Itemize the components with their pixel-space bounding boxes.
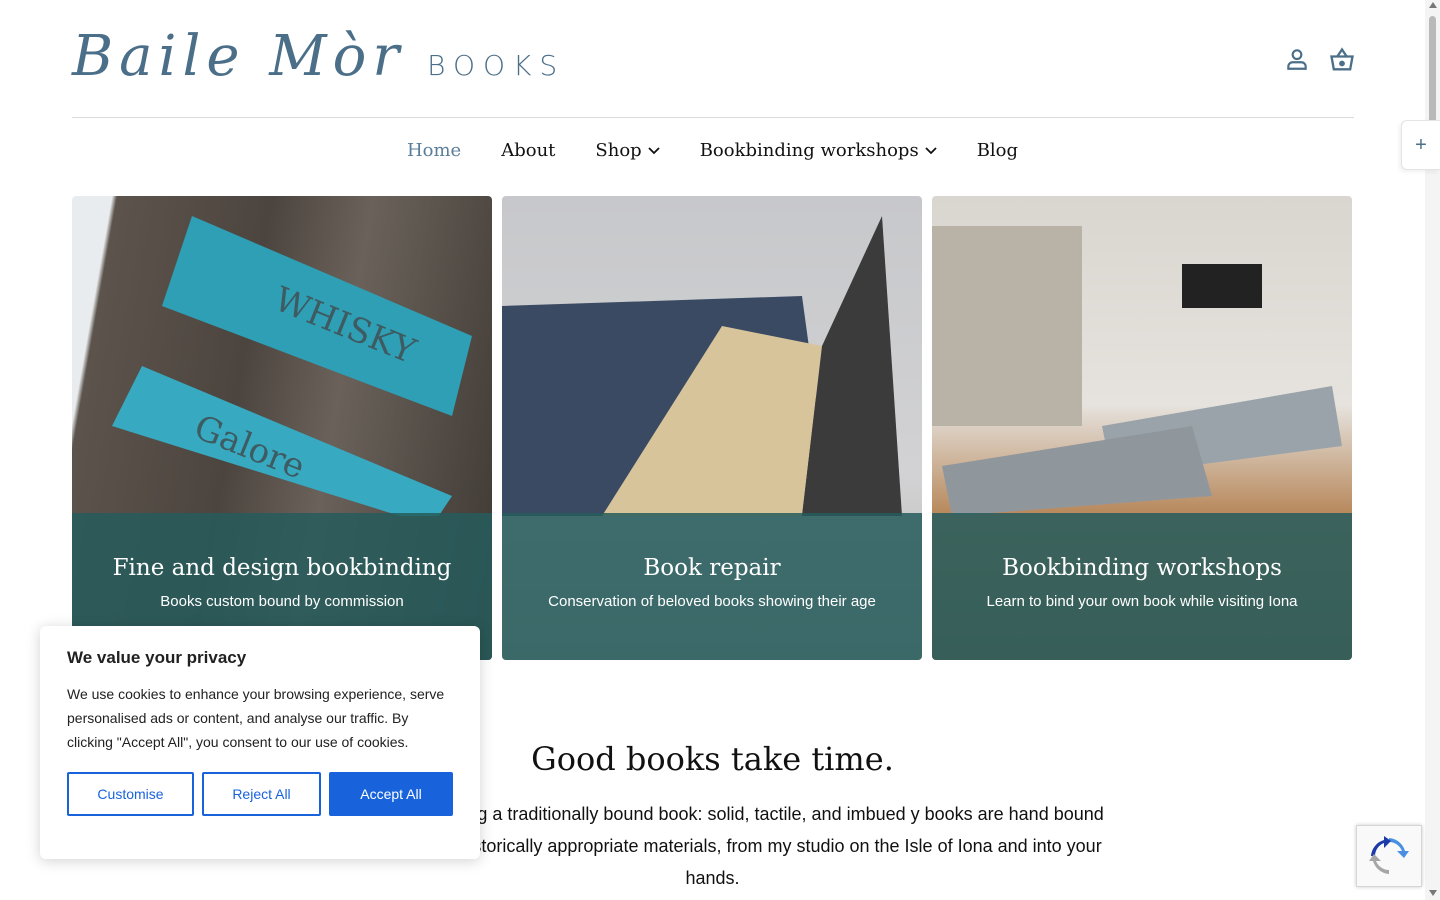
card-workshops[interactable]: Bookbinding workshops Learn to bind your…: [932, 196, 1352, 660]
plus-icon: +: [1415, 133, 1427, 156]
nav-home[interactable]: Home: [407, 140, 461, 161]
logo-script: Baile Mòr: [72, 24, 406, 89]
header-icons: [1284, 46, 1354, 72]
side-expand-tab[interactable]: +: [1401, 120, 1440, 170]
scroll-up-arrow-icon[interactable]: [1429, 2, 1437, 8]
nav-workshops-label: Bookbinding workshops: [699, 140, 919, 161]
card-book-repair[interactable]: Book repair Conservation of beloved book…: [502, 196, 922, 660]
card-subtitle: Books custom bound by commission: [160, 593, 404, 610]
card-overlay: Bookbinding workshops Learn to bind your…: [932, 513, 1352, 660]
recaptcha-badge[interactable]: [1356, 825, 1422, 887]
header-divider: [72, 117, 1354, 118]
customise-button[interactable]: Customise: [67, 772, 194, 816]
card-subtitle: Conservation of beloved books showing th…: [548, 593, 876, 610]
whisky-book-image: WHISKY Galore: [112, 216, 472, 516]
card-fine-bookbinding[interactable]: WHISKY Galore Fine and design bookbindin…: [72, 196, 492, 660]
accept-all-button[interactable]: Accept All: [329, 772, 453, 816]
card-title: Bookbinding workshops: [1002, 555, 1282, 581]
workshop-room-image: [932, 226, 1342, 516]
book-repair-image: [502, 216, 902, 516]
card-subtitle: Learn to bind your own book while visiti…: [986, 593, 1298, 610]
nav-about[interactable]: About: [501, 140, 555, 161]
reject-all-button[interactable]: Reject All: [202, 772, 321, 816]
card-title: Book repair: [643, 555, 781, 581]
nav-shop[interactable]: Shop: [595, 140, 660, 161]
card-overlay: Book repair Conservation of beloved book…: [502, 513, 922, 660]
nav-shop-label: Shop: [595, 140, 642, 161]
feature-cards: WHISKY Galore Fine and design bookbindin…: [72, 196, 1352, 660]
logo-word: BOOKS: [427, 49, 566, 82]
cookie-consent-banner: We value your privacy We use cookies to …: [40, 626, 480, 859]
account-icon[interactable]: [1284, 46, 1310, 72]
basket-icon[interactable]: [1328, 46, 1354, 72]
card-title: Fine and design bookbinding: [112, 555, 452, 581]
cookie-body: We use cookies to enhance your browsing …: [67, 686, 445, 750]
chevron-down-icon: [648, 146, 660, 154]
cookie-buttons: Customise Reject All Accept All: [67, 772, 453, 816]
chevron-down-icon: [925, 146, 937, 154]
scroll-down-arrow-icon[interactable]: [1429, 890, 1437, 896]
nav-blog[interactable]: Blog: [977, 140, 1018, 161]
main-nav: Home About Shop Bookbinding workshops Bl…: [0, 140, 1425, 161]
site-logo[interactable]: Baile Mòr BOOKS: [72, 24, 565, 89]
nav-about-label: About: [501, 140, 556, 161]
nav-workshops[interactable]: Bookbinding workshops: [700, 140, 937, 161]
nav-blog-label: Blog: [976, 140, 1019, 161]
cookie-title: We value your privacy: [67, 648, 247, 667]
recaptcha-icon: [1369, 836, 1409, 874]
nav-home-label: Home: [406, 140, 462, 161]
